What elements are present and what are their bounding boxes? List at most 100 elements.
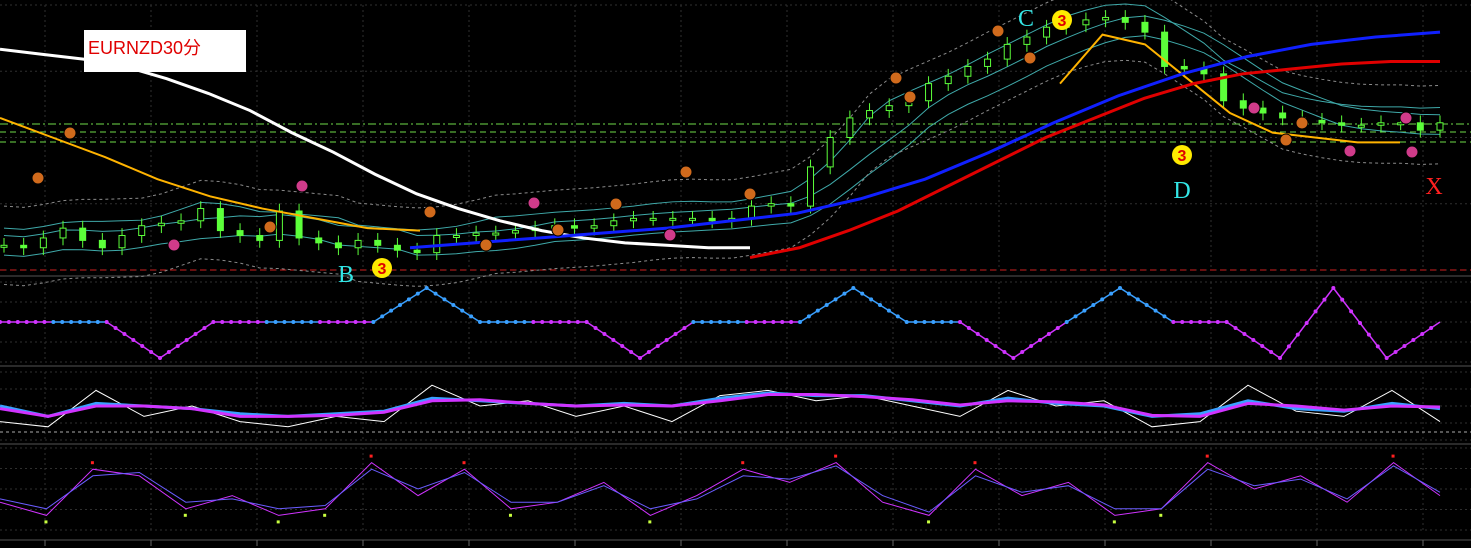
osc1-dot <box>646 350 651 354</box>
osc1-dot <box>264 320 269 324</box>
osc1-dot <box>726 320 731 324</box>
osc1-dot <box>753 320 758 324</box>
osc1-dot <box>451 303 456 307</box>
pattern-label-x: X <box>1425 174 1442 200</box>
osc1-dot <box>300 320 305 324</box>
osc1-dot <box>1411 338 1416 342</box>
osc1-dot <box>1135 297 1140 302</box>
osc1-dot <box>95 320 100 324</box>
osc3-dot-green <box>648 520 652 524</box>
osc1-dot <box>1322 297 1327 302</box>
osc1-dot <box>469 314 474 319</box>
osc1-dot <box>620 344 625 348</box>
osc1-dot <box>1091 303 1096 307</box>
osc1-dot <box>1286 344 1291 349</box>
osc3-dot-red <box>834 454 838 458</box>
candle-body <box>1102 16 1110 21</box>
pattern-marker-text: 3 <box>1058 13 1067 30</box>
osc1-dot <box>211 320 216 324</box>
fib-marker <box>663 228 677 242</box>
osc1-dot <box>229 320 234 324</box>
osc1-dot <box>1002 350 1007 354</box>
osc1-dot <box>184 338 189 342</box>
osc1-dot <box>380 314 385 319</box>
candle-body <box>118 235 126 249</box>
osc1-dot <box>1100 297 1105 302</box>
osc1-dot <box>842 291 847 296</box>
candle-body <box>649 217 657 221</box>
osc3-dot-green <box>1159 513 1163 517</box>
osc1-dot <box>282 320 287 324</box>
osc1-dot <box>513 320 518 324</box>
osc1-dot <box>1180 320 1185 324</box>
osc1-dot <box>1366 332 1371 337</box>
osc1-dot <box>966 326 971 330</box>
osc3-dot-red <box>462 461 466 465</box>
osc1-dot <box>851 286 856 290</box>
osc1-dot <box>975 332 980 336</box>
osc1-dot <box>1073 314 1078 319</box>
osc1-dot <box>193 332 198 336</box>
fib-marker <box>1295 116 1309 130</box>
fib-marker <box>991 24 1005 38</box>
osc1-dot <box>1393 350 1398 354</box>
osc1-dot <box>575 320 580 324</box>
ma-line-white <box>0 47 750 250</box>
osc1-dot <box>486 320 491 324</box>
osc1-dot <box>51 320 56 324</box>
candle-body <box>157 222 165 227</box>
candle-body <box>315 237 323 244</box>
osc1-dot <box>878 303 882 307</box>
osc1-dot <box>762 320 767 324</box>
candle-body <box>748 205 756 219</box>
osc1-dot <box>406 297 411 302</box>
osc1-dot <box>335 320 340 324</box>
osc1-dot <box>1313 309 1318 314</box>
candle-body <box>236 230 244 237</box>
candle-body <box>1003 43 1011 60</box>
candle-body <box>688 217 696 221</box>
osc1-dot <box>104 320 109 324</box>
osc1-dot <box>611 338 616 342</box>
osc1-dot <box>24 320 29 324</box>
candle-body <box>1082 19 1090 26</box>
osc1-dot <box>522 320 527 324</box>
osc1-dot <box>86 320 91 324</box>
osc1-dot <box>175 344 180 348</box>
osc1-dot <box>1153 308 1158 313</box>
fib-marker <box>63 126 77 140</box>
osc3-dot-red <box>369 454 373 458</box>
osc1-dot <box>922 320 927 324</box>
osc1-dot <box>122 332 127 336</box>
osc1-dot <box>833 297 838 302</box>
fib-marker <box>1023 51 1037 65</box>
osc1-dot <box>1144 303 1149 307</box>
osc1-dot <box>158 356 162 360</box>
osc1-dot <box>593 326 598 330</box>
candle-body <box>846 117 854 139</box>
osc1-dot <box>33 320 38 324</box>
candle-body <box>1436 122 1444 131</box>
candle-body <box>1377 122 1385 126</box>
fib-marker <box>31 171 45 185</box>
candle-body <box>177 220 185 224</box>
osc1-dot <box>629 350 634 354</box>
osc1-dot <box>815 308 820 313</box>
candle-body <box>767 203 775 207</box>
osc1-dot <box>1233 326 1238 330</box>
osc3-dot-green <box>323 513 327 517</box>
candle-body <box>334 242 342 249</box>
candle-body <box>472 232 480 237</box>
osc3-dot-green <box>276 520 280 524</box>
osc1-dot <box>131 338 136 342</box>
pattern-marker-text: 3 <box>1178 148 1187 165</box>
fib-marker <box>903 90 917 104</box>
candle-body <box>826 137 834 168</box>
osc1-dot <box>1260 344 1265 348</box>
osc1-dot <box>691 320 696 324</box>
osc1-dot <box>389 308 394 313</box>
osc1-dot <box>415 291 420 296</box>
candle-body <box>629 217 637 222</box>
osc1-dot <box>353 320 358 324</box>
osc1-dot <box>655 344 660 348</box>
